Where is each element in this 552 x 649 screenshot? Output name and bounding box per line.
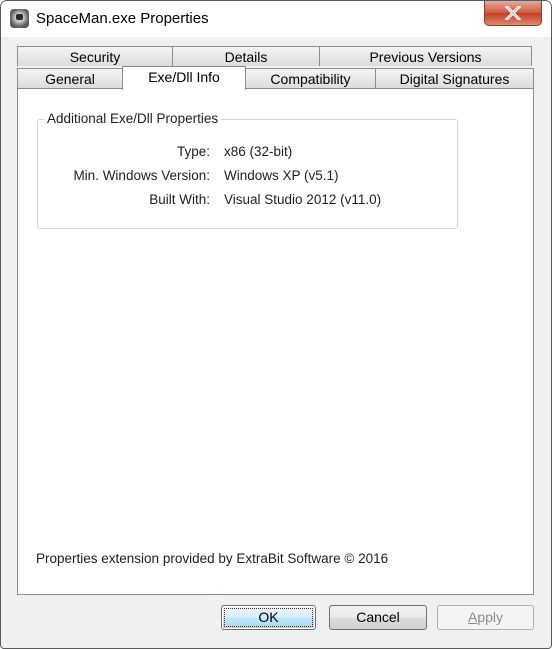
extension-credit-text: Properties extension provided by ExtraBi… [36,551,389,566]
property-row: Type: x86 (32-bit) [38,144,457,162]
property-row: Built With: Visual Studio 2012 (v11.0) [38,192,457,210]
tab-security[interactable]: Security [17,46,173,66]
cancel-label: Cancel [356,609,400,625]
tab-exe-dll-info[interactable]: Exe/Dll Info [122,66,246,90]
apply-mnemonic: A [467,609,478,625]
additional-properties-group: Additional Exe/Dll Properties Type: x86 … [37,111,458,229]
type-value: x86 (32-bit) [224,144,293,159]
apply-label: pply [477,609,504,625]
built-with-label: Built With: [149,192,210,207]
properties-dialog: SpaceMan.exe Properties Security Details… [0,0,552,649]
ok-button[interactable]: OK [221,605,316,630]
min-windows-version-value: Windows XP (v5.1) [224,168,339,183]
tab-general[interactable]: General [17,68,123,88]
property-row: Min. Windows Version: Windows XP (v5.1) [38,168,457,186]
title-bar[interactable]: SpaceMan.exe Properties [1,1,551,37]
built-with-value: Visual Studio 2012 (v11.0) [224,192,382,207]
tab-panel: Additional Exe/Dll Properties Type: x86 … [17,88,534,595]
type-label: Type: [176,144,210,159]
min-windows-version-label: Min. Windows Version: [73,168,210,183]
group-title: Additional Exe/Dll Properties [44,111,222,126]
tab-previous-versions[interactable]: Previous Versions [319,46,532,66]
window-title: SpaceMan.exe Properties [36,10,209,27]
focus-rectangle [224,608,313,627]
cancel-button[interactable]: Cancel [329,605,427,630]
close-button[interactable] [484,1,542,26]
close-icon [505,6,521,20]
tab-details[interactable]: Details [172,46,320,66]
tab-digital-signatures[interactable]: Digital Signatures [375,68,534,88]
spaceman-app-icon [10,9,29,28]
tab-compatibility[interactable]: Compatibility [245,68,376,88]
apply-button[interactable]: Apply [437,605,534,630]
